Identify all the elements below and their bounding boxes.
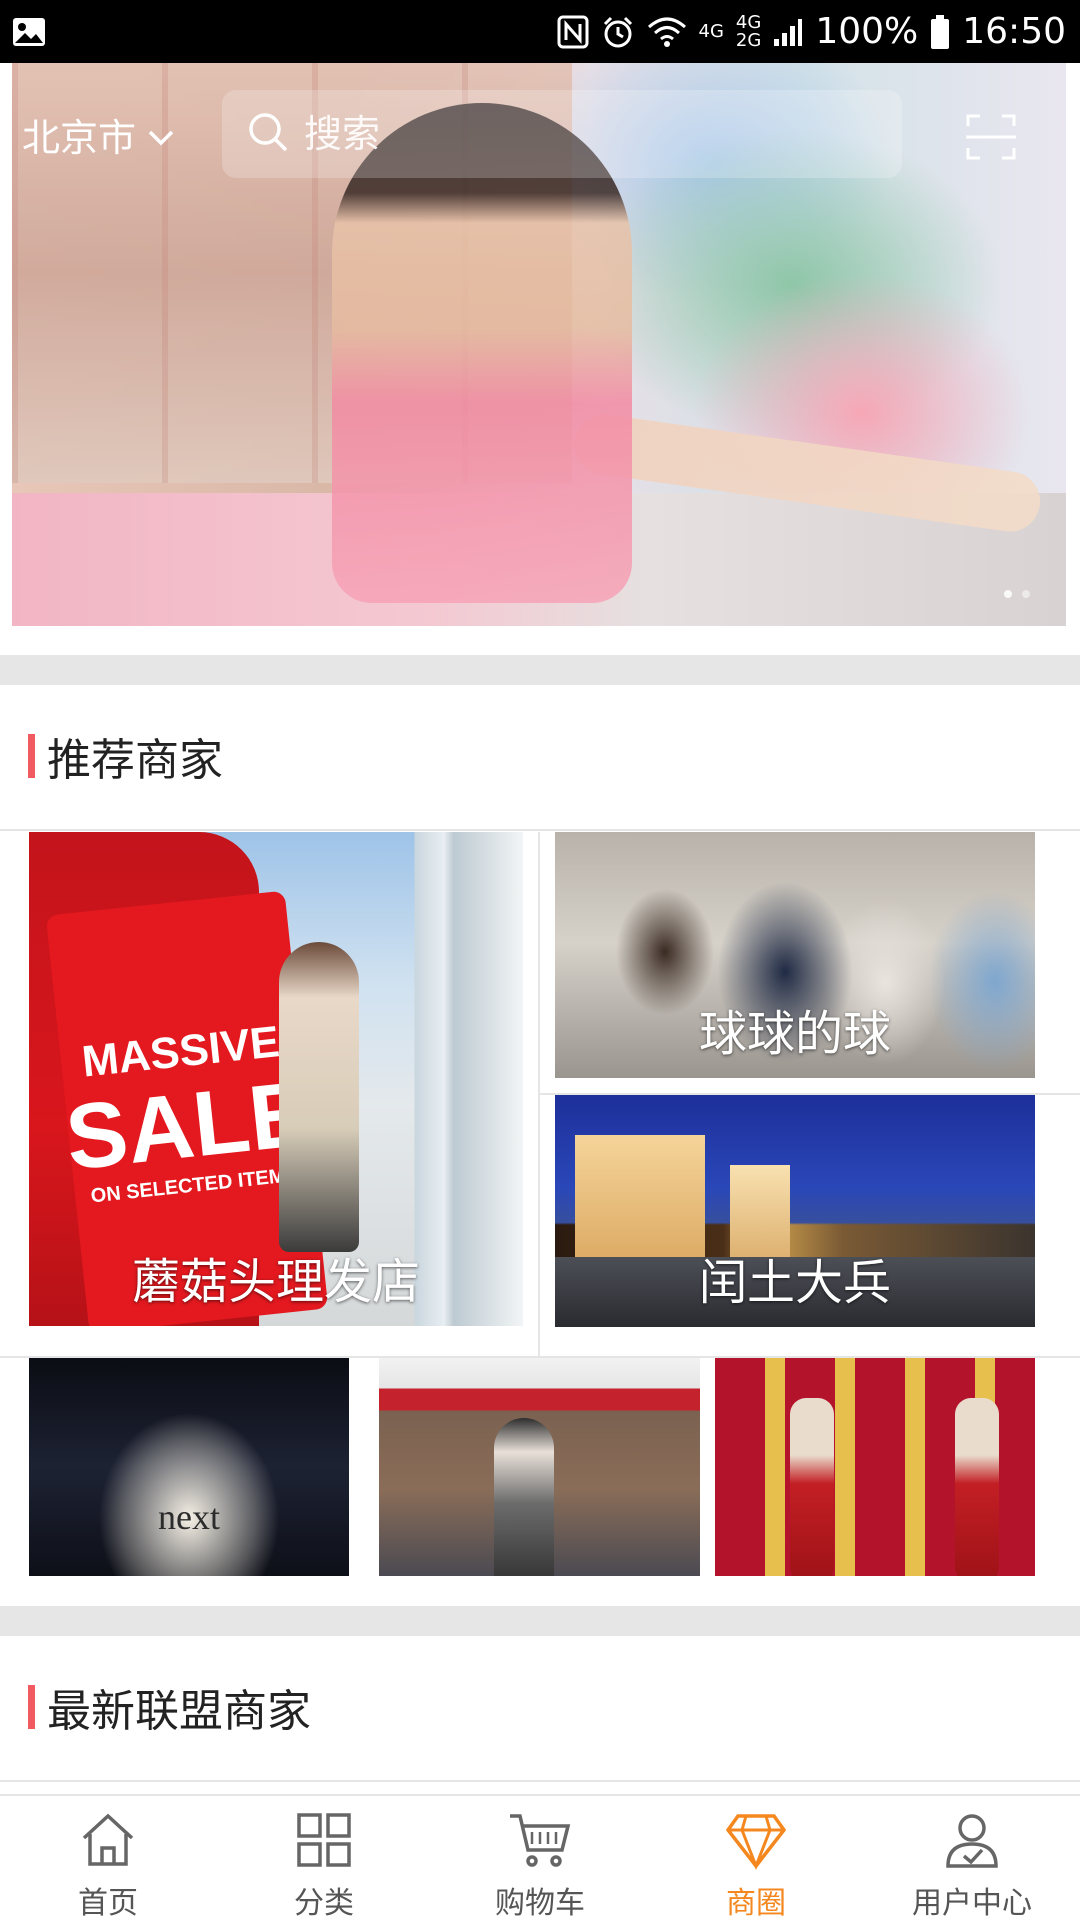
merchant-name: 闰土大兵 [698, 1255, 891, 1311]
tile-image-logo: next [158, 1497, 220, 1537]
diamond-icon [724, 1810, 788, 1874]
merchant-tile-qiuqiu[interactable]: 球球的球 [555, 832, 1035, 1078]
user-icon [942, 1810, 1002, 1874]
app-screen: 4G 4G 2G 100% 16:50 北京市 搜索 推荐商家 MASSIVE … [0, 0, 1080, 1920]
network-type-2: 4G 2G [735, 11, 762, 51]
tile-image-mannequin [790, 1398, 834, 1576]
banner-page-dot [1022, 590, 1030, 598]
latest-section-header: 最新联盟商家 [0, 1636, 1080, 1778]
divider-line [0, 829, 1080, 831]
search-input[interactable] [304, 112, 824, 156]
battery-percent: 100% [815, 11, 919, 52]
nav-label: 分类 [294, 1886, 354, 1920]
search-icon [246, 110, 290, 158]
section-divider [0, 655, 1080, 685]
tile-image-shopper [279, 942, 359, 1252]
nav-label: 用户中心 [912, 1886, 1032, 1920]
nav-label: 首页 [78, 1886, 138, 1920]
nav-cart[interactable]: 购物车 [432, 1796, 648, 1920]
city-label: 北京市 [22, 115, 137, 160]
tile-image-mannequin [955, 1398, 999, 1576]
nav-category[interactable]: 分类 [216, 1796, 432, 1920]
section-title: 最新联盟商家 [47, 1686, 311, 1737]
merchant-tile-fashion[interactable] [715, 1358, 1035, 1576]
banner-pager [1004, 590, 1030, 598]
merchant-name: 蘑菇头理发店 [131, 1254, 420, 1310]
battery-icon [930, 14, 950, 50]
home-icon [78, 1810, 138, 1874]
nav-business-circle[interactable]: 商圈 [648, 1796, 864, 1920]
recommended-section-header: 推荐商家 [0, 685, 1080, 827]
grid-icon [294, 1810, 354, 1874]
merchant-tile-mogutou[interactable]: MASSIVE SALE ON SELECTED ITEMS 蘑菇头理发店 [29, 832, 523, 1326]
cart-icon [508, 1810, 572, 1874]
nav-home[interactable]: 首页 [0, 1796, 216, 1920]
section-accent-bar [28, 1685, 35, 1729]
divider-line [0, 1780, 1080, 1782]
nfc-icon [557, 15, 589, 49]
nav-label: 购物车 [495, 1886, 585, 1920]
status-bar: 4G 4G 2G 100% 16:50 [0, 0, 1080, 63]
bottom-nav: 首页 分类 购物车 商圈 用户中心 [0, 1794, 1080, 1920]
merchant-tile-next[interactable]: next [29, 1358, 349, 1576]
merchant-name: 球球的球 [698, 1006, 891, 1062]
section-divider [0, 1606, 1080, 1636]
clock: 16:50 [962, 11, 1066, 52]
wifi-icon [647, 16, 687, 48]
merchant-tile-store[interactable] [379, 1358, 700, 1576]
chevron-down-icon [148, 112, 174, 156]
nav-label: 商圈 [726, 1886, 786, 1920]
network-type-1: 4G [698, 20, 724, 42]
nav-user-center[interactable]: 用户中心 [864, 1796, 1080, 1920]
search-box[interactable] [222, 90, 902, 178]
city-selector[interactable]: 北京市 [22, 90, 174, 178]
alarm-icon [601, 15, 635, 49]
banner-page-dot [1004, 590, 1012, 598]
scan-icon[interactable] [964, 112, 1018, 162]
top-search-bar: 北京市 [0, 90, 1080, 178]
banner-image-figure [332, 103, 632, 603]
section-accent-bar [28, 734, 35, 778]
merchant-tile-runtu[interactable]: 闰土大兵 [555, 1095, 1035, 1327]
section-title: 推荐商家 [47, 735, 223, 786]
tile-image-mannequin [494, 1418, 554, 1576]
signal-icon [773, 17, 803, 47]
gallery-notification-icon [12, 17, 46, 47]
